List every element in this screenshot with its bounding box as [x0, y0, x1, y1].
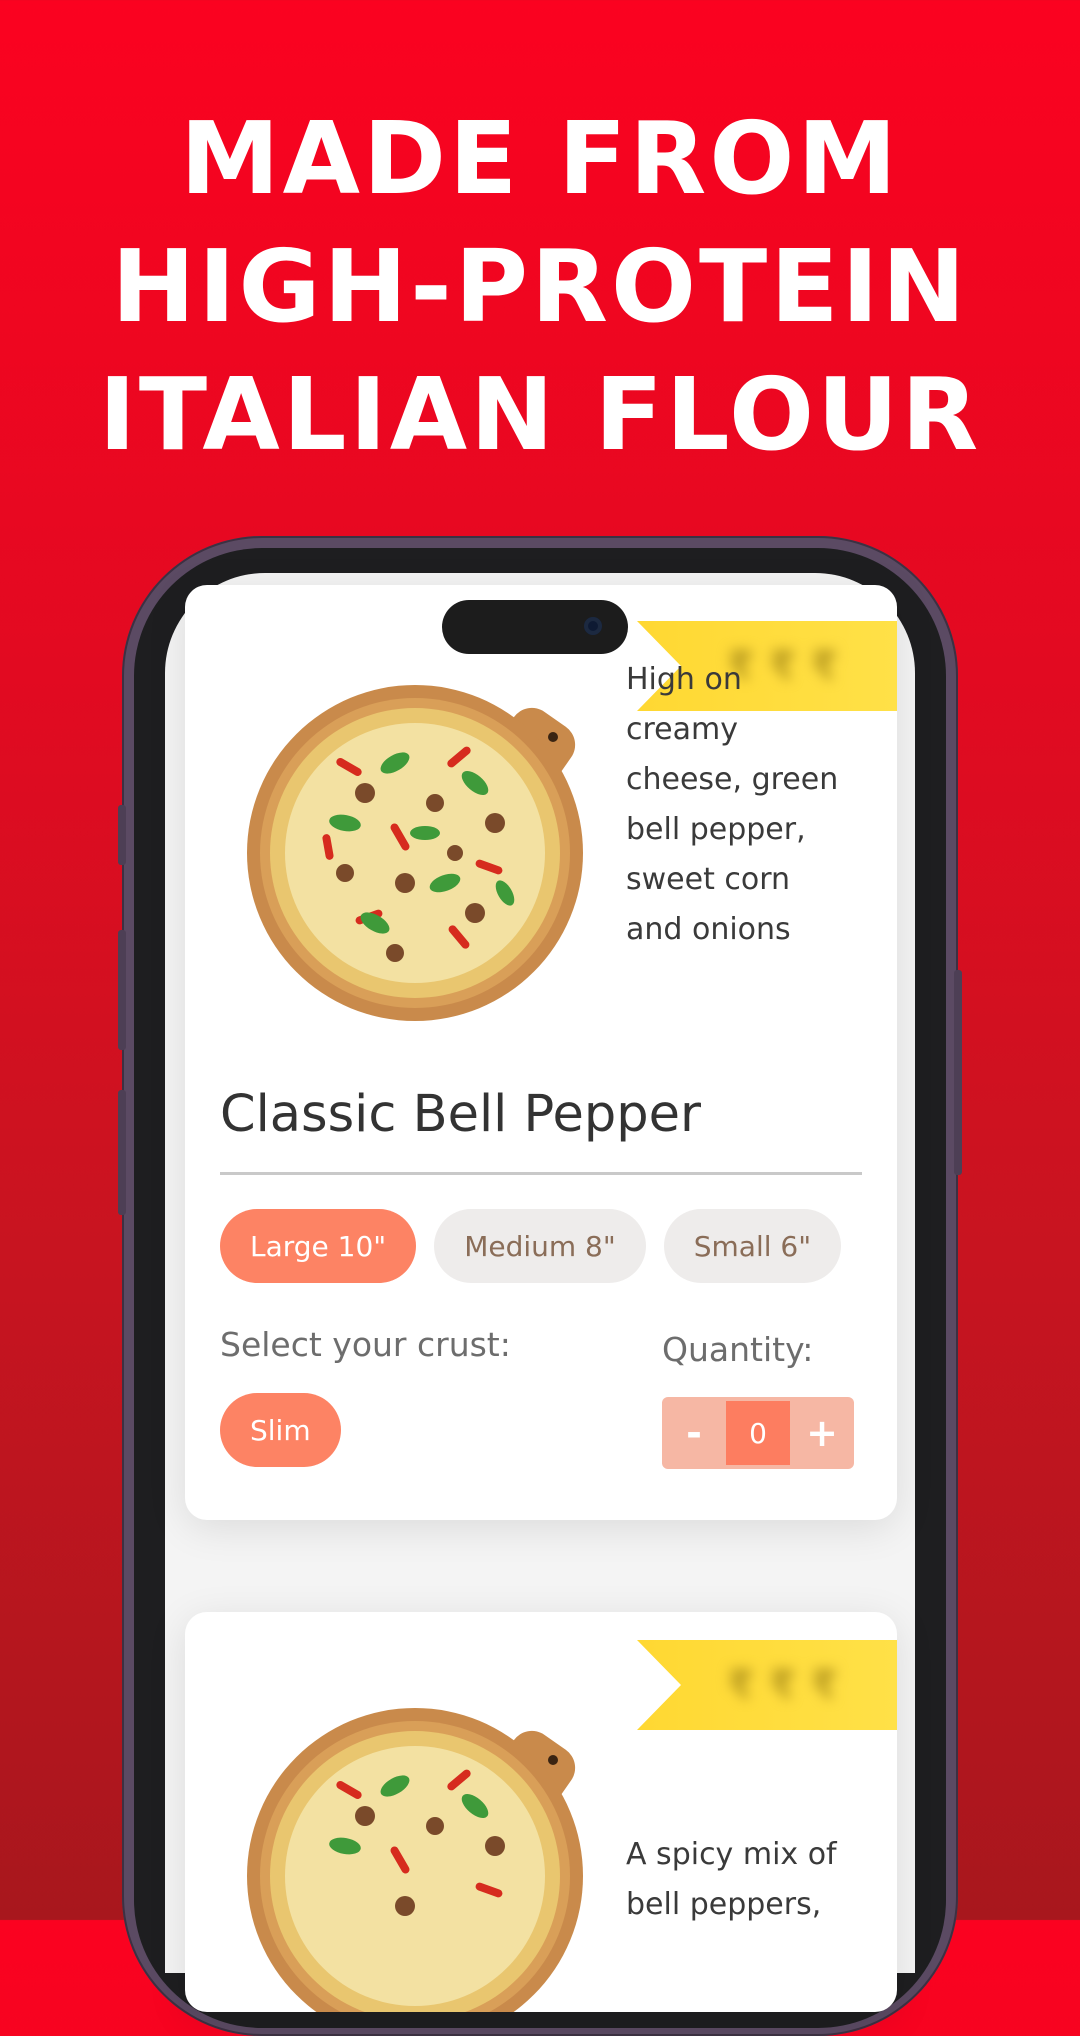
product-description: High on creamy cheese, green bell pepper…: [626, 655, 876, 955]
headline-line-2: HIGH-PROTEIN: [111, 228, 969, 345]
description-line: A spicy mix of: [626, 1837, 837, 1872]
product-card: ₹ ₹ ₹ High on creamy cheese, green bell …: [185, 585, 897, 1520]
divider: [220, 1172, 862, 1175]
headline-line-3: ITALIAN FLOUR: [98, 356, 982, 473]
size-small-button[interactable]: Small 6": [663, 1209, 842, 1283]
description-line: bell peppers,: [626, 1887, 822, 1922]
phone-volume-up: [118, 930, 126, 1050]
description-line: and onions: [626, 912, 791, 947]
phone-volume-down: [118, 1090, 126, 1215]
description-line: High on: [626, 662, 742, 697]
description-line: bell pepper,: [626, 812, 806, 847]
price-ribbon: ₹ ₹ ₹: [637, 1640, 897, 1730]
pizza-image[interactable]: [245, 1706, 620, 2012]
size-selector: Large 10" Medium 8" Small 6": [220, 1209, 842, 1283]
crust-slim-button[interactable]: Slim: [220, 1393, 341, 1467]
headline-line-1: MADE FROM: [180, 100, 900, 217]
quantity-stepper: - 0 +: [662, 1397, 854, 1469]
description-line: creamy: [626, 712, 738, 747]
quantity-minus-button[interactable]: -: [662, 1397, 726, 1469]
description-line: sweet corn: [626, 862, 791, 897]
crust-label: Select your crust:: [220, 1325, 511, 1364]
quantity-plus-button[interactable]: +: [790, 1397, 854, 1469]
phone-side-button: [118, 805, 126, 865]
headline: MADE FROM HIGH-PROTEIN ITALIAN FLOUR: [0, 95, 1080, 479]
phone-power-button: [954, 970, 962, 1175]
pizza-image[interactable]: [245, 683, 620, 1023]
price-blurred: ₹ ₹ ₹: [727, 1662, 839, 1708]
description-line: cheese, green: [626, 762, 839, 797]
quantity-label: Quantity:: [662, 1330, 814, 1369]
quantity-value[interactable]: 0: [726, 1401, 790, 1465]
product-card: ₹ ₹ ₹ A spicy mix of bell peppers,: [185, 1612, 897, 2012]
size-large-button[interactable]: Large 10": [220, 1209, 417, 1283]
product-description: A spicy mix of bell peppers,: [626, 1830, 876, 1930]
size-medium-button[interactable]: Medium 8": [434, 1209, 646, 1283]
product-title: Classic Bell Pepper: [220, 1085, 701, 1144]
camera-icon: [584, 617, 602, 635]
